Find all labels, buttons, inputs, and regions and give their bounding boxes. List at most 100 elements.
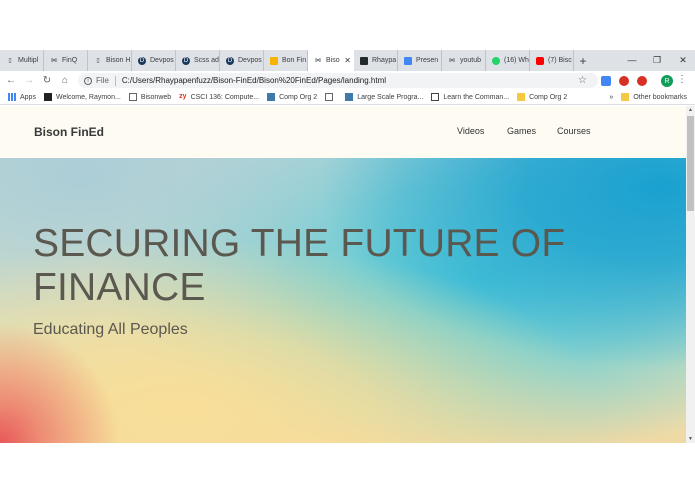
minimize-button[interactable]: —	[620, 52, 644, 68]
tab-label: Biso	[326, 57, 340, 64]
bookmark-item[interactable]: Comp Org 2	[517, 93, 567, 101]
bookmark-label: Apps	[20, 93, 36, 101]
tab[interactable]: D Scss ad	[176, 50, 220, 71]
bookmark-label: Comp Org 2	[279, 93, 318, 101]
tab-label: FinQ	[62, 57, 78, 64]
tab-strip: ▯ Multipl ⋈ FinQ ▯ Bison H D Devpos D Scss ad…	[0, 50, 695, 71]
bookmarks-right: » Other bookmarks	[609, 93, 687, 101]
close-tab-icon[interactable]: ✕	[344, 56, 351, 65]
close-window-button[interactable]: ✕	[671, 52, 695, 68]
address-divider	[114, 75, 116, 86]
devpost-icon: D	[138, 56, 146, 65]
bookmark-label: Large Scale Progra...	[357, 93, 424, 101]
new-tab-button[interactable]: +	[574, 50, 592, 71]
tab-label: Multipl	[18, 57, 39, 64]
bookmark-item[interactable]: Comp Org 2	[267, 93, 317, 101]
back-arrow-icon[interactable]: ←	[4, 74, 18, 88]
youtube-icon	[536, 56, 544, 65]
scroll-up-icon[interactable]: ▲	[688, 107, 693, 113]
extension-red-icon[interactable]	[619, 76, 629, 86]
bookmark-apps[interactable]: Apps	[8, 93, 36, 101]
forward-arrow-icon[interactable]: →	[22, 74, 36, 88]
folder-icon	[517, 93, 526, 101]
home-icon[interactable]: ⌂	[58, 74, 72, 88]
tab[interactable]: D Devpos	[220, 50, 264, 71]
bookmark-label: Bisonweb	[140, 93, 172, 101]
apps-grid-icon	[8, 93, 16, 101]
terminal-icon	[431, 93, 440, 101]
devpost-icon: D	[182, 56, 190, 65]
folder-icon	[621, 93, 630, 101]
bookmark-label: Comp Org 2	[529, 93, 568, 101]
tab[interactable]: (16) Wh	[486, 50, 530, 71]
toolbar: ← → ↻ ⌂ i File C:/Users/Rhaypapenfuzz/Bi…	[0, 71, 695, 90]
tab[interactable]: ⋈ youtub	[442, 50, 486, 71]
piazza-icon	[345, 93, 354, 101]
bookmark-item[interactable]: Large Scale Progra...	[345, 93, 423, 101]
bowtie-icon: ⋈	[449, 58, 455, 64]
tab-label: Bon Fin	[282, 57, 307, 64]
nav-link-games[interactable]: Games	[507, 126, 536, 136]
nav-link-courses[interactable]: Courses	[557, 126, 591, 136]
page-viewport: Bison FinEd Videos Games Courses SECURIN…	[0, 106, 686, 443]
browser-window: ▯ Multipl ⋈ FinQ ▯ Bison H D Devpos D Scss ad…	[0, 50, 695, 443]
bookmark-item[interactable]: Learn the Comman...	[431, 93, 509, 101]
bison-icon	[43, 93, 52, 101]
bookmark-label: Welcome, Raymon...	[55, 93, 121, 101]
bookmark-item[interactable]	[325, 93, 337, 101]
whatsapp-icon	[492, 56, 500, 65]
file-icon	[128, 93, 137, 101]
hero-subtitle: Educating All Peoples	[33, 321, 188, 338]
restore-button[interactable]: ❐	[645, 52, 669, 68]
nav-link-videos[interactable]: Videos	[457, 126, 484, 136]
hero-section: SECURING THE FUTURE OF FINANCE Educating…	[0, 158, 686, 443]
devpost-icon: D	[226, 56, 234, 65]
tab[interactable]: Presen	[398, 50, 442, 71]
file-icon: ▯	[96, 58, 100, 64]
profile-avatar[interactable]: R	[661, 75, 673, 87]
bookmark-star-icon[interactable]: ☆	[578, 75, 587, 86]
tab-label: Devpos	[238, 57, 262, 64]
tab-label: (16) Wh	[504, 57, 529, 64]
bookmark-item[interactable]: Bisonweb	[128, 93, 172, 101]
tab[interactable]: ⋈ FinQ	[44, 50, 88, 71]
tab[interactable]: Rhaypa	[354, 50, 398, 71]
bookmark-item[interactable]: Welcome, Raymon...	[43, 93, 121, 101]
file-icon: ▯	[8, 58, 12, 64]
bookmarks-overflow-button[interactable]: »	[609, 94, 613, 101]
bowtie-icon: ⋈	[51, 58, 57, 64]
extension-red-icon-2[interactable]	[637, 76, 647, 86]
bowtie-icon: ⋈	[315, 58, 321, 64]
site-navbar: Bison FinEd Videos Games Courses	[0, 106, 686, 158]
tab[interactable]: Bon Fin	[264, 50, 308, 71]
bookmark-item[interactable]: zy CSCI 136: Compute...	[179, 93, 259, 101]
piazza-icon	[267, 93, 276, 101]
reload-icon[interactable]: ↻	[40, 74, 54, 88]
tab-label: Bison H	[106, 57, 131, 64]
zybooks-icon: zy	[179, 93, 187, 100]
tab-active[interactable]: ⋈ Biso ✕	[308, 50, 354, 71]
scrollbar[interactable]: ▲ ▼	[686, 106, 695, 443]
slides-icon	[270, 56, 278, 65]
tab-label: Scss ad	[194, 57, 219, 64]
tab[interactable]: ▯ Multipl	[0, 50, 44, 71]
other-bookmarks[interactable]: Other bookmarks	[633, 94, 687, 101]
tab[interactable]: ▯ Bison H	[88, 50, 132, 71]
tab-label: youtub	[460, 57, 482, 64]
tab-label: Devpos	[150, 57, 174, 64]
tab[interactable]: D Devpos	[132, 50, 176, 71]
address-url: C:/Users/Rhaypapenfuzz/Bison-FinEd/Bison…	[121, 76, 387, 85]
scroll-down-icon[interactable]: ▼	[688, 436, 693, 442]
translate-extension-icon[interactable]	[601, 76, 611, 86]
scrollbar-thumb[interactable]	[687, 116, 694, 211]
hero-title: SECURING THE FUTURE OF FINANCE	[33, 222, 566, 309]
bookmark-label: Learn the Comman...	[443, 93, 510, 101]
bookmark-label: CSCI 136: Compute...	[190, 93, 260, 101]
menu-kebab-icon[interactable]: ⋮	[677, 74, 687, 85]
file-icon	[325, 93, 334, 101]
github-icon	[360, 56, 368, 65]
tab[interactable]: (7) Bisc	[530, 50, 574, 71]
site-brand[interactable]: Bison FinEd	[34, 125, 104, 139]
info-icon[interactable]: i	[84, 76, 92, 85]
address-bar[interactable]: i File C:/Users/Rhaypapenfuzz/Bison-FinE…	[78, 73, 598, 88]
